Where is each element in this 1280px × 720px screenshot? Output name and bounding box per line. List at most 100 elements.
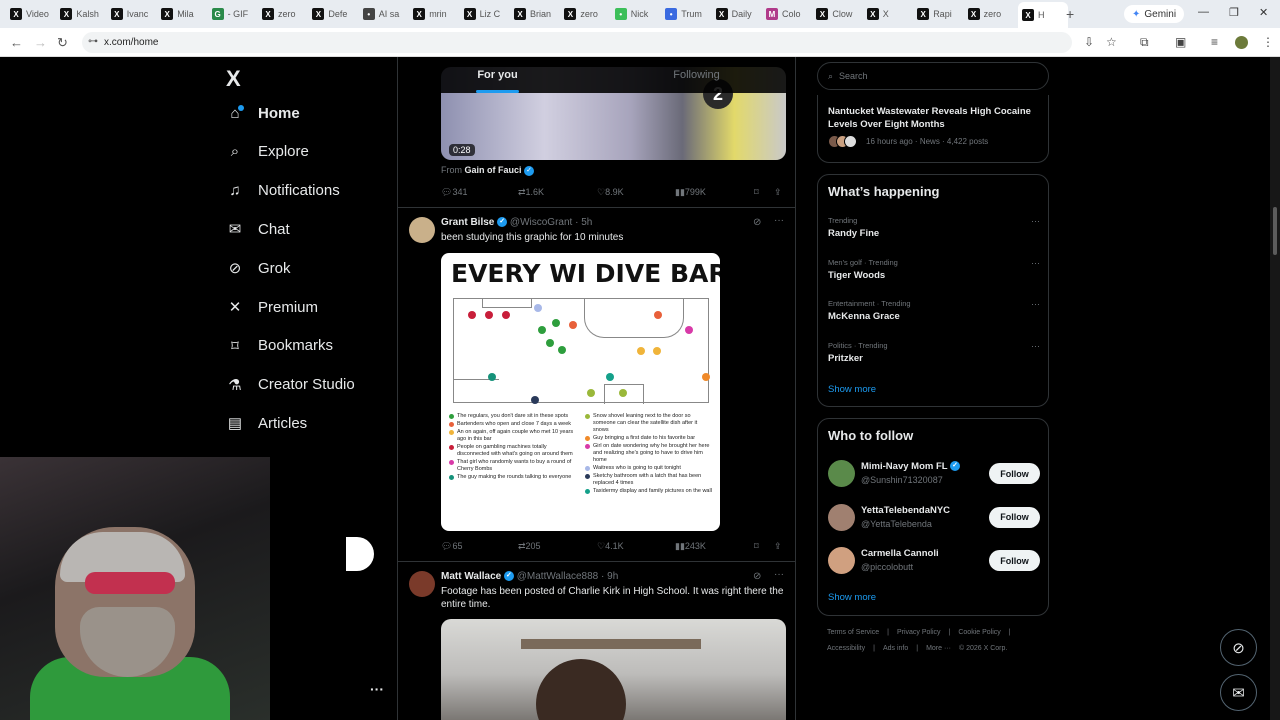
share-icon[interactable]: ⇪ bbox=[774, 541, 782, 552]
post-time[interactable]: · 5h bbox=[575, 217, 592, 228]
maximize-icon[interactable]: ❐ bbox=[1229, 6, 1239, 19]
browser-tab[interactable]: Xmrin bbox=[413, 4, 459, 24]
sidepanel-icon[interactable]: ▣ bbox=[1175, 35, 1186, 49]
browser-tab[interactable]: X Rapi bbox=[917, 4, 963, 24]
scrollbar-thumb[interactable] bbox=[1273, 207, 1277, 255]
reload-icon[interactable]: ↻ bbox=[57, 35, 68, 51]
like-button[interactable]: ♡ 8.9K bbox=[597, 187, 624, 198]
browser-tab[interactable]: X Ivanc bbox=[110, 4, 157, 24]
x-logo-icon[interactable]: X bbox=[226, 66, 241, 92]
browser-tab[interactable]: X Video bbox=[10, 4, 56, 24]
views-button[interactable]: ▮▮ 799K bbox=[675, 187, 706, 198]
avatar[interactable] bbox=[409, 571, 435, 597]
browser-tab[interactable]: X Mila bbox=[161, 4, 207, 24]
trend-more-icon[interactable]: ··· bbox=[1031, 216, 1040, 226]
browser-tab[interactable]: Xzero bbox=[967, 4, 1014, 24]
trend-more-icon[interactable]: ··· bbox=[1031, 299, 1040, 309]
browser-tab[interactable]: X Defe bbox=[312, 4, 358, 24]
account-more-icon[interactable]: ··· bbox=[370, 681, 384, 697]
follow-show-more[interactable]: Show more bbox=[828, 592, 876, 603]
footer-link[interactable]: © 2026 X Corp. bbox=[959, 645, 1007, 652]
media-icon[interactable]: ≡ bbox=[1211, 35, 1218, 49]
post-button-partial[interactable] bbox=[346, 537, 374, 571]
back-icon[interactable]: ← bbox=[10, 35, 23, 50]
follow-button[interactable]: Follow bbox=[989, 506, 1040, 528]
url-field[interactable]: ⊶ x.com/home bbox=[82, 32, 1072, 53]
grok-icon[interactable]: ⊘ bbox=[753, 217, 761, 228]
install-icon[interactable]: ⇩ bbox=[1084, 35, 1094, 49]
source-name[interactable]: Gain of Fauci bbox=[465, 165, 522, 175]
messages-fab-icon[interactable]: ✉ bbox=[1220, 674, 1257, 711]
footer-link[interactable]: Privacy Policy bbox=[897, 629, 941, 636]
tweet2-image[interactable]: EVERY WI DIVE BAR The regulars, you don'… bbox=[441, 253, 720, 531]
tab-following[interactable]: Following bbox=[597, 57, 795, 93]
nav-item-grok[interactable]: ⊘ Grok bbox=[226, 259, 291, 278]
nav-item-chat[interactable]: ✉ Chat bbox=[226, 220, 290, 239]
tab-for-you[interactable]: For you bbox=[398, 57, 597, 93]
avatar[interactable] bbox=[828, 503, 855, 531]
browser-tab[interactable]: M Colo bbox=[766, 4, 812, 24]
avatar[interactable] bbox=[409, 217, 435, 243]
browser-tab[interactable]: XH bbox=[1018, 2, 1068, 28]
profile-avatar-icon[interactable] bbox=[1235, 36, 1248, 49]
scrollbar[interactable] bbox=[1270, 57, 1280, 720]
follow-suggestion[interactable]: Mimi-Navy Mom FL ✓ @Sunshin71320087 Follow bbox=[828, 459, 1040, 489]
browser-tab[interactable]: X Liz C bbox=[463, 4, 510, 24]
views-button[interactable]: ▮▮ 243K bbox=[675, 541, 706, 552]
account-name[interactable]: Carmella Cannoli bbox=[861, 548, 939, 559]
tweet3-video[interactable] bbox=[441, 619, 786, 720]
trend-item[interactable]: Men's golf · Trending Tiger Woods ··· bbox=[828, 258, 1040, 281]
footer-link[interactable]: More ··· bbox=[926, 645, 951, 652]
trend-item[interactable]: Entertainment · Trending McKenna Grace ··· bbox=[828, 299, 1040, 322]
minimize-icon[interactable]: — bbox=[1198, 6, 1209, 18]
more-icon[interactable]: ··· bbox=[774, 569, 784, 580]
nav-item-bookmarks[interactable]: ⌑ Bookmarks bbox=[226, 337, 333, 355]
trend-item[interactable]: Trending Randy Fine ··· bbox=[828, 216, 1040, 239]
grok-icon[interactable]: ⊘ bbox=[753, 571, 761, 582]
nav-item-articles[interactable]: ▤ Articles bbox=[226, 414, 307, 433]
browser-tab[interactable]: X Daily bbox=[715, 4, 762, 24]
browser-tab[interactable]: • AI sa bbox=[362, 4, 409, 24]
nav-item-explore[interactable]: ⌕ Explore bbox=[226, 143, 309, 161]
bookmark-icon[interactable]: ⌑ bbox=[754, 541, 759, 552]
account-name[interactable]: Mimi-Navy Mom FL ✓ bbox=[861, 461, 961, 472]
author-name[interactable]: Matt Wallace bbox=[441, 571, 501, 582]
author-handle[interactable]: @MattWallace888 bbox=[517, 571, 598, 582]
post-time[interactable]: · 9h bbox=[601, 571, 618, 582]
repost-button[interactable]: ⇄ 1.6K bbox=[518, 187, 544, 198]
trends-show-more[interactable]: Show more bbox=[828, 384, 876, 395]
browser-tab[interactable]: XX bbox=[866, 4, 913, 24]
nav-item-notifications[interactable]: ♫ Notifications bbox=[226, 182, 339, 200]
new-tab-icon[interactable]: + bbox=[1066, 4, 1074, 24]
more-icon[interactable]: ··· bbox=[774, 215, 784, 226]
browser-tab[interactable]: • Trum bbox=[665, 4, 711, 24]
browser-tab[interactable]: • Nick bbox=[614, 4, 661, 24]
account-name[interactable]: YettaTelebendaNYC bbox=[861, 505, 950, 516]
nav-item-creator-studio[interactable]: ⚗ Creator Studio bbox=[226, 376, 354, 394]
browser-tab[interactable]: X Brian bbox=[514, 4, 560, 24]
browser-tab[interactable]: Xzero bbox=[262, 4, 308, 24]
search-input[interactable]: ⌕ Search bbox=[817, 62, 1049, 90]
menu-icon[interactable]: ⋮ bbox=[1262, 35, 1274, 49]
forward-icon[interactable]: → bbox=[34, 35, 47, 50]
browser-tab[interactable]: G- GIF bbox=[211, 4, 258, 24]
browser-tab[interactable]: X Clow bbox=[816, 4, 862, 24]
browser-tab[interactable]: X Kalsh bbox=[60, 4, 106, 24]
reply-button[interactable]: 💬︎ 65 bbox=[441, 541, 462, 552]
avatar[interactable] bbox=[828, 460, 855, 487]
site-info-icon[interactable]: ⊶ bbox=[88, 36, 98, 47]
trend-more-icon[interactable]: ··· bbox=[1031, 341, 1040, 351]
footer-link[interactable]: Accessibility bbox=[827, 645, 865, 652]
extensions-icon[interactable]: ⧉ bbox=[1140, 35, 1149, 50]
author-name[interactable]: Grant Bilse bbox=[441, 217, 494, 228]
news-card[interactable]: Nantucket Wastewater Reveals High Cocain… bbox=[817, 95, 1049, 163]
follow-button[interactable]: Follow bbox=[989, 550, 1040, 571]
trend-item[interactable]: Politics · Trending Pritzker ··· bbox=[828, 341, 1040, 364]
grok-fab-icon[interactable]: ⊘ bbox=[1220, 629, 1257, 666]
author-handle[interactable]: @WiscoGrant bbox=[510, 217, 572, 228]
follow-button[interactable]: Follow bbox=[989, 463, 1040, 484]
footer-link[interactable]: Terms of Service bbox=[827, 629, 879, 636]
footer-link[interactable]: Ads info bbox=[883, 645, 908, 652]
bookmark-icon[interactable]: ⌑ bbox=[754, 187, 759, 198]
trend-more-icon[interactable]: ··· bbox=[1031, 258, 1040, 268]
